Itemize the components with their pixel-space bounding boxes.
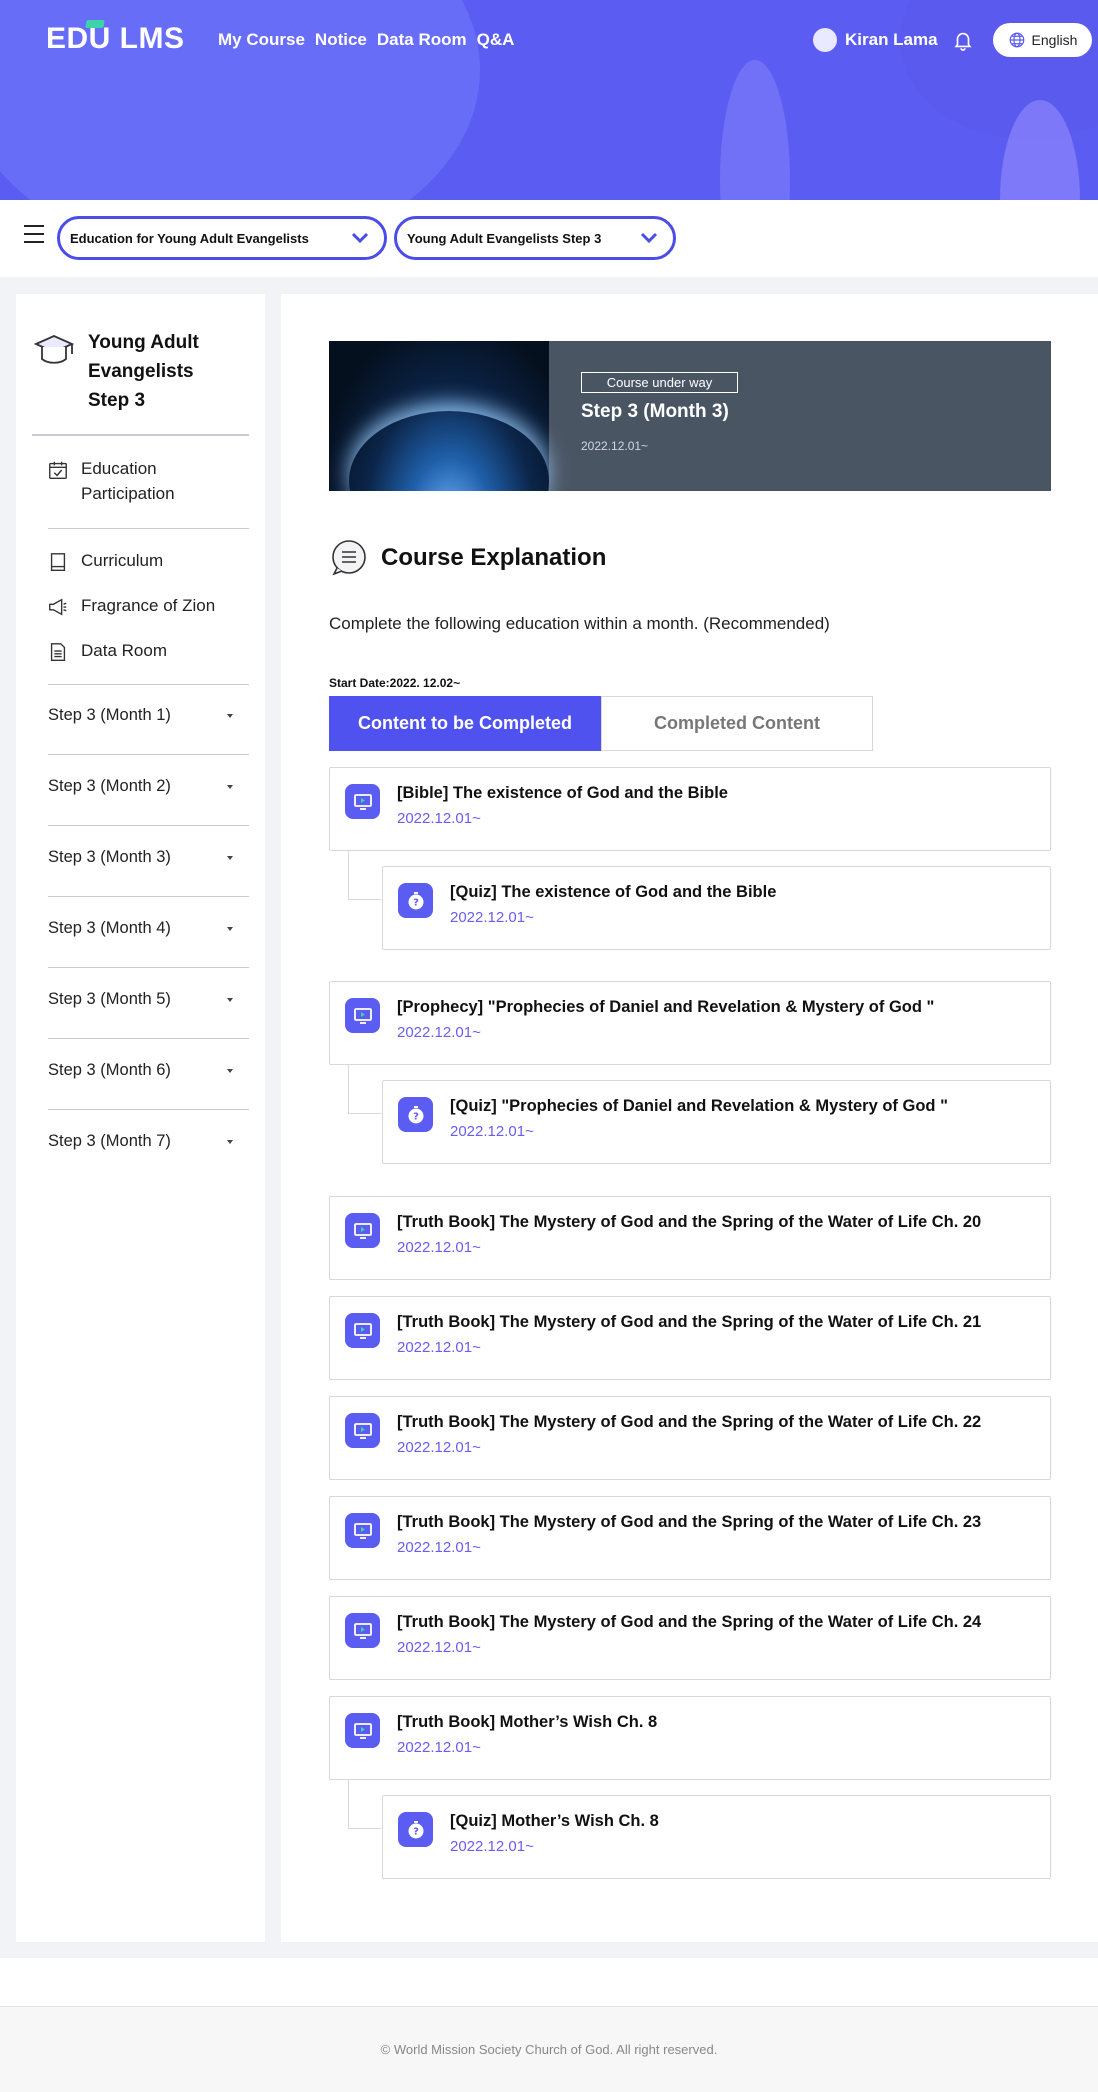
video-lesson-icon [345,784,380,819]
megaphone-icon [49,598,67,616]
banner-date: 2022.12.01~ [581,439,649,453]
quiz-stopwatch-icon: ? [398,1097,433,1132]
quiz-item[interactable]: ? [Quiz] "Prophecies of Daniel and Revel… [382,1080,1051,1164]
logo[interactable]: EDU LMS [46,20,185,56]
video-lesson-icon [345,1313,380,1348]
course-select[interactable]: Education for Young Adult Evangelists [57,216,387,260]
content-item[interactable]: [Truth Book] The Mystery of God and the … [329,1196,1051,1280]
graduation-cap-icon [85,20,105,28]
start-date: Start Date:2022. 12.02~ [329,676,461,690]
nav-my-course[interactable]: My Course [218,30,305,50]
caret-down-icon [227,926,233,931]
caret-down-icon [227,1139,233,1144]
sidebar-step-month-7[interactable]: Step 3 (Month 7) [48,1132,233,1151]
user-name: Kiran Lama [845,30,938,49]
video-lesson-icon [345,998,380,1033]
sidebar-item-data-room[interactable]: Data Room [47,638,167,663]
sidebar-step-month-3[interactable]: Step 3 (Month 3) [48,848,233,867]
sidebar: Young Adult Evangelists Step 3 Education… [16,294,265,1942]
sidebar-step-month-4[interactable]: Step 3 (Month 4) [48,919,233,938]
footer: © World Mission Society Church of God. A… [0,2006,1098,2092]
caret-down-icon [227,713,233,718]
top-nav: My Course Notice Data Room Q&A [218,30,514,50]
course-banner: Course under way Step 3 (Month 3) 2022.1… [329,341,1051,491]
book-icon [50,553,66,571]
chat-bubble-list-icon [332,540,366,576]
sidebar-item-education-participation[interactable]: Education Participation [47,456,201,506]
video-lesson-icon [345,1613,380,1648]
svg-text:?: ? [413,1826,419,1837]
sidebar-title: Young Adult Evangelists Step 3 [88,332,199,411]
content-item[interactable]: [Truth Book] The Mystery of God and the … [329,1396,1051,1480]
avatar [813,28,837,52]
sidebar-item-curriculum[interactable]: Curriculum [47,548,163,573]
tab-completed-content[interactable]: Completed Content [601,696,873,751]
calendar-check-icon [49,461,67,479]
language-button[interactable]: English [993,23,1092,57]
quiz-item[interactable]: ? [Quiz] Mother’s Wish Ch. 8 2022.12.01~ [382,1795,1051,1879]
step-select[interactable]: Young Adult Evangelists Step 3 [394,216,676,260]
quiz-stopwatch-icon: ? [398,883,433,918]
section-title: Course Explanation [381,544,607,571]
tab-content-to-be-completed[interactable]: Content to be Completed [329,696,601,751]
quiz-item[interactable]: ? [Quiz] The existence of God and the Bi… [382,866,1051,950]
svg-text:?: ? [413,897,419,908]
document-icon [50,643,66,661]
user-menu[interactable]: Kiran Lama [813,28,974,52]
content-item[interactable]: [Prophecy] "Prophecies of Daniel and Rev… [329,981,1051,1065]
bell-icon[interactable] [952,29,974,51]
graduation-cap-icon [33,335,75,364]
sidebar-step-month-6[interactable]: Step 3 (Month 6) [48,1061,233,1080]
caret-down-icon [227,1068,233,1073]
svg-text:?: ? [413,1111,419,1122]
caret-down-icon [227,997,233,1002]
video-lesson-icon [345,1513,380,1548]
course-selector-bar: Education for Young Adult Evangelists Yo… [0,200,1098,277]
nav-notice[interactable]: Notice [315,30,367,50]
content-item[interactable]: [Bible] The existence of God and the Bib… [329,767,1051,851]
video-lesson-icon [345,1213,380,1248]
content-item[interactable]: [Truth Book] The Mystery of God and the … [329,1296,1051,1380]
content-item[interactable]: [Truth Book] The Mystery of God and the … [329,1596,1051,1680]
chevron-down-icon [640,232,658,244]
video-lesson-icon [345,1413,380,1448]
quiz-stopwatch-icon: ? [398,1812,433,1847]
content-item[interactable]: [Truth Book] The Mystery of God and the … [329,1496,1051,1580]
content-item[interactable]: [Truth Book] Mother’s Wish Ch. 8 2022.12… [329,1696,1051,1780]
course-explanation-header: Course Explanation [329,538,606,578]
status-badge: Course under way [581,372,738,393]
sidebar-item-fragrance-of-zion[interactable]: Fragrance of Zion [47,593,215,618]
video-lesson-icon [345,1713,380,1748]
hamburger-menu-icon[interactable] [24,225,44,245]
earth-space-image [329,341,549,491]
copyright-text: © World Mission Society Church of God. A… [380,2042,718,2057]
caret-down-icon [227,855,233,860]
banner-title: Step 3 (Month 3) [581,401,729,422]
sidebar-step-month-2[interactable]: Step 3 (Month 2) [48,777,233,796]
caret-down-icon [227,784,233,789]
sidebar-step-month-5[interactable]: Step 3 (Month 5) [48,990,233,1009]
main-content: Course under way Step 3 (Month 3) 2022.1… [281,294,1098,1942]
sidebar-step-month-1[interactable]: Step 3 (Month 1) [48,706,233,725]
nav-qa[interactable]: Q&A [477,30,515,50]
chevron-down-icon [351,232,369,244]
explanation-text: Complete the following education within … [329,614,830,633]
globe-icon [1009,32,1024,48]
nav-data-room[interactable]: Data Room [377,30,467,50]
